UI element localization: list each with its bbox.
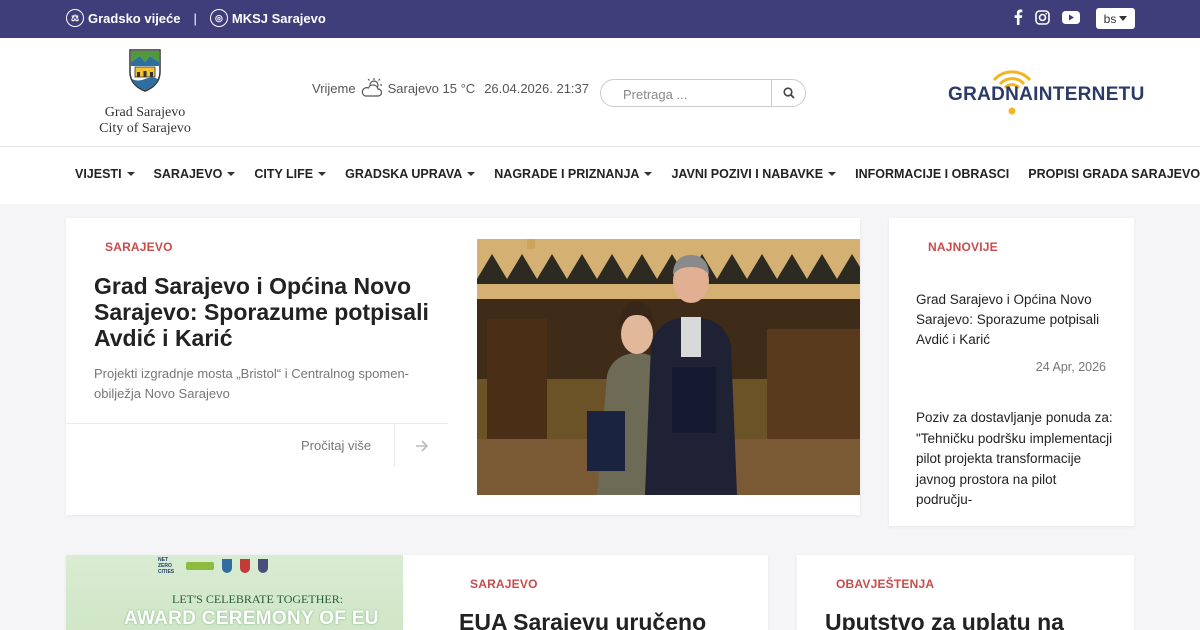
caret-down-icon (828, 172, 837, 176)
facebook-icon[interactable] (1013, 9, 1023, 25)
nav-item-label: NAGRADE I PRIZNANJA (494, 167, 640, 181)
site-header: Grad Sarajevo City of Sarajevo Vrijeme S… (0, 38, 1200, 147)
search-box (600, 79, 806, 107)
youtube-icon[interactable] (1062, 10, 1080, 24)
nav-item-propisi-grada-sarajevo[interactable]: PROPISI GRADA SARAJEVO (1028, 167, 1200, 181)
search-button[interactable] (771, 80, 805, 106)
cloud-sun-icon (361, 78, 382, 97)
language-value: bs (1103, 11, 1117, 26)
latest-category[interactable]: NAJNOVIJE (928, 240, 998, 254)
search-icon (782, 87, 795, 99)
nav-item-nagrade-i-priznanja[interactable]: NAGRADE I PRIZNANJA (494, 167, 653, 181)
news-card-category[interactable]: OBAVJEŠTENJA (836, 577, 934, 591)
main-navigation: VIJESTI SARAJEVO CITY LIFE GRADSKA UPRAVA NA… (0, 147, 1200, 204)
latest-news-panel: NAJNOVIJE Grad Sarajevo i Općina Novo Sa… (889, 218, 1134, 526)
grad-na-internetu-logo[interactable]: GRADNAINTERNETU (946, 58, 1144, 118)
nav-item-vijesti[interactable]: VIJESTI (75, 167, 135, 181)
weather-widget: Vrijeme Sarajevo 15 °C 26.04.2026. 21:37 (312, 78, 589, 98)
caret-down-icon (126, 172, 135, 176)
arrow-right-icon (415, 439, 428, 452)
shield-icon (240, 559, 250, 573)
read-more-arrow-button[interactable] (394, 424, 448, 467)
image-logos: NET ZERO CITIES (158, 557, 268, 575)
mksj-link[interactable]: MKSJ Sarajevo (232, 11, 326, 26)
council-icon: ⚖ (66, 9, 84, 27)
featured-footer: Pročitaj više (66, 423, 448, 467)
news-card-title[interactable]: Uputstvo za uplatu na (825, 609, 1064, 630)
featured-category[interactable]: SARAJEVO (105, 240, 173, 254)
top-links: ⚖ Gradsko vijeće | ◎ MKSJ Sarajevo (66, 9, 326, 27)
shield-icon (258, 559, 268, 573)
nav-item-gradska-uprava[interactable]: GRADSKA UPRAVA (345, 167, 476, 181)
news-card-category[interactable]: SARAJEVO (470, 577, 538, 591)
news-card: NET ZERO CITIES LET'S CELEBRATE TOGETHER… (66, 555, 768, 630)
search-input[interactable] (623, 85, 763, 103)
read-more-link[interactable]: Pročitaj više (301, 438, 371, 453)
logo-name-en: City of Sarajevo (99, 121, 191, 136)
news-card-title[interactable]: EUA Sarajevu uručeno (459, 609, 706, 630)
city-logo[interactable]: Grad Sarajevo City of Sarajevo (90, 48, 200, 137)
nav-item-label: PROPISI GRADA SARAJEVO (1028, 167, 1200, 181)
nav-item-label: INFORMACIJE I OBRASCI (855, 167, 1010, 181)
news-card-image[interactable]: NET ZERO CITIES LET'S CELEBRATE TOGETHER… (66, 555, 403, 630)
featured-photo[interactable] (477, 239, 860, 495)
nav-item-label: CITY LIFE (254, 167, 314, 181)
featured-title[interactable]: Grad Sarajevo i Općina Novo Sarajevo: Sp… (94, 273, 439, 351)
gradsko-vijece-link[interactable]: Gradsko vijeće (88, 11, 181, 26)
signing-ceremony-photo (477, 239, 860, 495)
nav-item-city-life[interactable]: CITY LIFE (254, 167, 327, 181)
coat-of-arms-icon (129, 49, 161, 92)
caret-down-icon (467, 172, 476, 176)
caret-down-icon (227, 172, 236, 176)
logo-name-bs: Grad Sarajevo (104, 105, 186, 120)
nav-item-sarajevo[interactable]: SARAJEVO (154, 167, 236, 181)
nav-item-label: JAVNI POZIVI I NABAVKE (671, 167, 824, 181)
latest-item-title[interactable]: Poziv za dostavljanje ponuda za: "Tehnič… (916, 408, 1116, 511)
featured-article: SARAJEVO Grad Sarajevo i Općina Novo Sar… (66, 218, 860, 515)
shield-icon (222, 559, 232, 573)
social-links (1013, 9, 1080, 25)
featured-lead: Projekti izgradnje mosta „Bristol“ i Cen… (94, 366, 410, 401)
weather-label: Vrijeme (312, 80, 356, 96)
weather-city-temp: Sarajevo 15 °C (387, 80, 476, 96)
current-datetime: 26.04.2026. 21:37 (484, 80, 590, 96)
mksj-icon: ◎ (209, 9, 228, 27)
latest-item-date: 24 Apr, 2026 (1035, 360, 1106, 374)
cities-logo (186, 562, 214, 570)
nav-item-informacije-i-obrasci[interactable]: INFORMACIJE I OBRASCI (855, 167, 1009, 181)
image-logo-text: NET ZERO CITIES (158, 557, 175, 575)
caret-down-icon (318, 172, 327, 176)
language-select[interactable]: bs (1096, 8, 1135, 29)
top-bar: ⚖ Gradsko vijeće | ◎ MKSJ Sarajevo bs (0, 0, 1200, 38)
chevron-down-icon (1119, 16, 1128, 21)
nav-item-label: SARAJEVO (153, 167, 223, 181)
instagram-icon[interactable] (1035, 9, 1050, 25)
image-subtitle: LET'S CELEBRATE TOGETHER: (172, 592, 344, 606)
latest-item-title[interactable]: Grad Sarajevo i Općina Novo Sarajevo: Sp… (916, 290, 1116, 350)
news-card: OBAVJEŠTENJA Uputstvo za uplatu na (797, 555, 1134, 630)
nav-item-label: VIJESTI (75, 167, 122, 181)
caret-down-icon (644, 172, 653, 176)
nav-item-javni-pozivi-i-nabavke[interactable]: JAVNI POZIVI I NABAVKE (671, 167, 837, 181)
nav-item-label: GRADSKA UPRAVA (345, 167, 463, 181)
image-headline: AWARD CEREMONY OF EU (124, 608, 379, 629)
portal-logo-text: GRADNAINTERNETU (948, 84, 1145, 105)
top-separator: | (193, 10, 197, 26)
